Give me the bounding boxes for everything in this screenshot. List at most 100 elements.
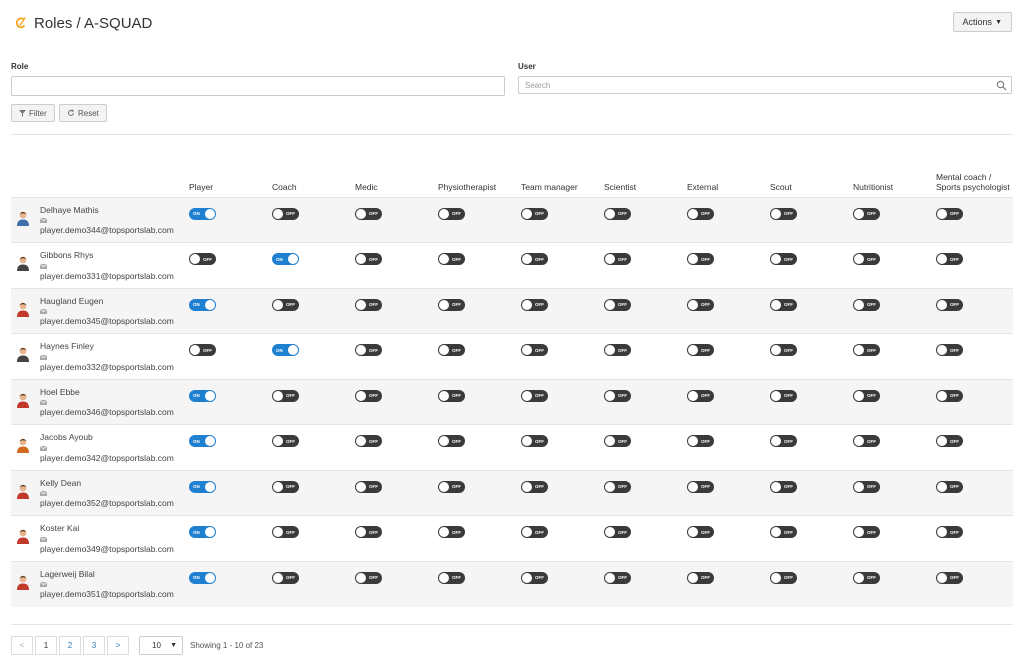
role-toggle[interactable]: OFF <box>770 526 797 538</box>
user-name[interactable]: Kelly Dean <box>40 478 174 490</box>
role-toggle[interactable]: ON <box>189 571 216 584</box>
role-toggle[interactable]: OFF <box>438 389 465 402</box>
actions-dropdown-button[interactable]: Actions ▼ <box>952 12 1012 32</box>
role-toggle[interactable]: OFF <box>272 207 299 220</box>
role-toggle[interactable]: OFF <box>272 389 299 402</box>
role-toggle[interactable]: OFF <box>936 207 963 220</box>
role-toggle[interactable]: OFF <box>189 253 216 265</box>
role-toggle[interactable]: OFF <box>604 344 631 356</box>
role-toggle[interactable]: OFF <box>853 298 880 311</box>
role-toggle[interactable]: OFF <box>521 344 548 356</box>
role-toggle[interactable]: OFF <box>521 480 548 493</box>
role-toggle[interactable]: OFF <box>936 253 963 265</box>
role-toggle[interactable]: OFF <box>355 389 382 402</box>
next-page-button[interactable]: > <box>107 636 129 655</box>
role-toggle[interactable]: OFF <box>687 207 714 220</box>
user-name[interactable]: Delhaye Mathis <box>40 205 174 217</box>
role-toggle[interactable]: OFF <box>604 298 631 311</box>
role-toggle[interactable]: ON <box>189 389 216 402</box>
role-toggle[interactable]: OFF <box>604 526 631 538</box>
role-toggle[interactable]: OFF <box>355 344 382 356</box>
role-toggle[interactable]: OFF <box>853 435 880 447</box>
role-toggle[interactable]: OFF <box>521 207 548 220</box>
role-toggle[interactable]: OFF <box>272 298 299 311</box>
prev-page-button[interactable]: < <box>11 636 33 655</box>
role-toggle[interactable]: OFF <box>770 253 797 265</box>
role-toggle[interactable]: OFF <box>189 344 216 356</box>
user-name[interactable]: Hoel Ebbe <box>40 387 174 399</box>
role-toggle[interactable]: OFF <box>770 207 797 220</box>
role-toggle[interactable]: OFF <box>438 526 465 538</box>
page-3-button[interactable]: 3 <box>83 636 105 655</box>
page-1-button[interactable]: 1 <box>35 636 57 655</box>
role-toggle[interactable]: OFF <box>521 389 548 402</box>
role-toggle[interactable]: OFF <box>272 435 299 447</box>
role-toggle[interactable]: OFF <box>604 253 631 265</box>
role-toggle[interactable]: OFF <box>438 480 465 493</box>
role-toggle[interactable]: OFF <box>936 480 963 493</box>
user-search-input[interactable]: Search <box>518 76 1012 94</box>
role-toggle[interactable]: OFF <box>853 207 880 220</box>
role-toggle[interactable]: ON <box>189 526 216 538</box>
role-toggle[interactable]: OFF <box>521 571 548 584</box>
role-toggle[interactable]: OFF <box>438 253 465 265</box>
role-toggle[interactable]: OFF <box>853 389 880 402</box>
role-toggle[interactable]: OFF <box>936 389 963 402</box>
role-toggle[interactable]: OFF <box>770 344 797 356</box>
role-toggle[interactable]: OFF <box>687 435 714 447</box>
role-toggle[interactable]: OFF <box>604 207 631 220</box>
role-toggle[interactable]: ON <box>189 480 216 493</box>
role-toggle[interactable]: OFF <box>936 344 963 356</box>
role-toggle[interactable]: OFF <box>936 298 963 311</box>
role-toggle[interactable]: OFF <box>853 526 880 538</box>
page-size-select[interactable]: 10 ▼ <box>139 636 183 655</box>
role-toggle[interactable]: OFF <box>770 435 797 447</box>
role-toggle[interactable]: OFF <box>355 207 382 220</box>
role-toggle[interactable]: OFF <box>355 480 382 493</box>
page-2-button[interactable]: 2 <box>59 636 81 655</box>
role-toggle[interactable]: OFF <box>687 253 714 265</box>
user-name[interactable]: Lagerweij Bilal <box>40 569 174 581</box>
role-toggle[interactable]: OFF <box>521 526 548 538</box>
role-toggle[interactable]: OFF <box>853 571 880 584</box>
role-toggle[interactable]: OFF <box>272 480 299 493</box>
role-toggle[interactable]: OFF <box>355 435 382 447</box>
role-toggle[interactable]: OFF <box>521 435 548 447</box>
role-toggle[interactable]: OFF <box>521 253 548 265</box>
role-toggle[interactable]: OFF <box>770 389 797 402</box>
role-toggle[interactable]: OFF <box>687 344 714 356</box>
role-toggle[interactable]: ON <box>272 344 299 356</box>
role-toggle[interactable]: OFF <box>604 571 631 584</box>
role-toggle[interactable]: OFF <box>355 526 382 538</box>
role-toggle[interactable]: OFF <box>687 389 714 402</box>
user-name[interactable]: Haynes Finley <box>40 341 174 353</box>
role-toggle[interactable]: OFF <box>272 526 299 538</box>
reset-button[interactable]: Reset <box>59 104 107 122</box>
role-toggle[interactable]: OFF <box>687 571 714 584</box>
user-name[interactable]: Gibbons Rhys <box>40 250 174 262</box>
role-toggle[interactable]: OFF <box>853 253 880 265</box>
role-toggle[interactable]: ON <box>189 435 216 447</box>
role-toggle[interactable]: OFF <box>272 571 299 584</box>
role-toggle[interactable]: OFF <box>853 344 880 356</box>
role-toggle[interactable]: OFF <box>770 571 797 584</box>
user-name[interactable]: Jacobs Ayoub <box>40 432 174 444</box>
role-toggle[interactable]: OFF <box>687 480 714 493</box>
role-toggle[interactable]: OFF <box>604 435 631 447</box>
role-toggle[interactable]: OFF <box>936 435 963 447</box>
role-toggle[interactable]: OFF <box>770 298 797 311</box>
role-toggle[interactable]: OFF <box>355 253 382 265</box>
role-toggle[interactable]: OFF <box>604 389 631 402</box>
role-toggle[interactable]: OFF <box>355 298 382 311</box>
role-toggle[interactable]: OFF <box>604 480 631 493</box>
role-toggle[interactable]: OFF <box>853 480 880 493</box>
role-toggle[interactable]: OFF <box>438 298 465 311</box>
role-toggle[interactable]: OFF <box>438 571 465 584</box>
role-toggle[interactable]: ON <box>272 253 299 265</box>
role-toggle[interactable]: OFF <box>438 207 465 220</box>
user-name[interactable]: Haugland Eugen <box>40 296 174 308</box>
role-toggle[interactable]: OFF <box>438 435 465 447</box>
role-toggle[interactable]: OFF <box>936 526 963 538</box>
search-icon[interactable] <box>996 80 1007 91</box>
role-toggle[interactable]: OFF <box>770 480 797 493</box>
